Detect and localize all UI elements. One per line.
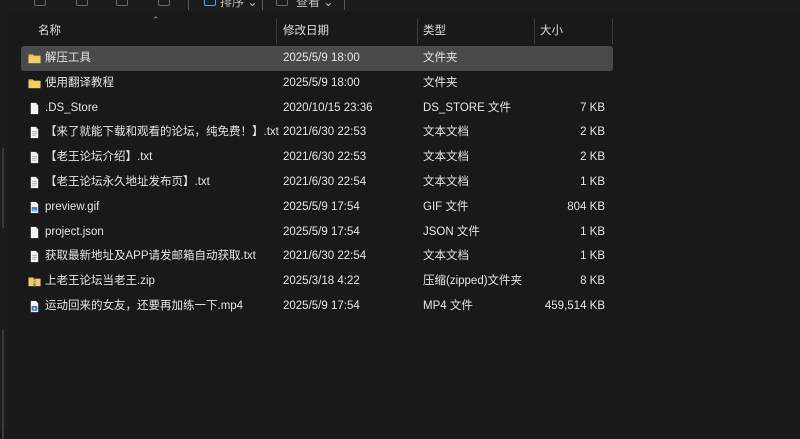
file-modified-date: 2025/5/9 17:54 <box>283 225 360 238</box>
folder-icon <box>28 77 41 90</box>
file-size: 7 KB <box>580 101 605 114</box>
file-modified-date: 2025/5/9 18:00 <box>283 52 360 64</box>
file-list: 解压工具 2025/5/9 18:00 文件夹 使用翻译教程 2025/5/9 18:0… <box>21 46 613 319</box>
file-row[interactable]: 获取最新地址及APP请发邮箱自动获取.txt 2021/6/30 22:54 文本文… <box>21 244 613 269</box>
share-icon[interactable] <box>116 0 128 6</box>
file-modified-date: 2021/6/30 22:54 <box>283 250 367 263</box>
column-date[interactable]: 修改日期 <box>283 19 329 44</box>
file-icon <box>28 102 41 115</box>
column-divider[interactable] <box>276 19 277 44</box>
file-icon <box>28 226 41 239</box>
file-row[interactable]: 上老王论坛当老王.zip 2025/3/18 4:22 压缩(zipped)文件夹 8… <box>21 269 613 294</box>
file-type: 文本文档 <box>423 126 469 139</box>
file-name: 【老王论坛永久地址发布页】.txt <box>45 175 210 188</box>
column-type[interactable]: 类型 <box>423 19 446 44</box>
toolbar-divider <box>262 0 263 10</box>
file-row[interactable]: .DS_Store 2020/10/15 23:36 DS_STORE 文件 7 KB <box>21 96 613 121</box>
file-modified-date: 2021/6/30 22:53 <box>283 126 367 139</box>
file-name: 【来了就能下载和观看的论坛，纯免费！】.txt <box>45 126 279 139</box>
toolbar: 排序 ⌄ 查看 ⌄ ··· <box>0 0 800 12</box>
video-file-icon <box>28 300 41 313</box>
view-button[interactable]: 查看 ⌄ <box>296 0 333 9</box>
sort-ascending-icon: ⌃ <box>152 15 160 25</box>
chevron-down-icon: ⌄ <box>247 0 258 9</box>
file-modified-date: 2025/5/9 17:54 <box>283 200 360 213</box>
sort-button[interactable]: 排序 ⌄ <box>220 0 257 9</box>
file-type: 文本文档 <box>423 151 469 164</box>
file-row[interactable]: project.json 2025/5/9 17:54 JSON 文件 1 KB <box>21 220 613 245</box>
file-modified-date: 2025/5/9 18:00 <box>283 76 360 89</box>
file-name: preview.gif <box>45 200 100 213</box>
file-modified-date: 2025/3/18 4:22 <box>283 275 360 288</box>
text-file-icon <box>28 126 41 139</box>
toolbar-divider <box>188 0 189 10</box>
view-icon <box>276 0 288 6</box>
sort-icon <box>204 0 216 6</box>
file-row[interactable]: 解压工具 2025/5/9 18:00 文件夹 <box>21 46 613 71</box>
zip-folder-icon <box>28 275 41 288</box>
file-row[interactable]: 运动回来的女友，还要再加练一下.mp4 2025/5/9 17:54 MP4 文件 4… <box>21 294 613 319</box>
file-size: 2 KB <box>580 151 605 164</box>
chevron-down-icon: ⌄ <box>323 0 334 9</box>
file-name: 解压工具 <box>45 52 91 64</box>
file-type: 文本文档 <box>423 175 469 188</box>
cut-icon[interactable] <box>34 0 46 6</box>
file-name: 运动回来的女友，还要再加练一下.mp4 <box>45 299 244 312</box>
file-name: 【老王论坛介绍】.txt <box>45 151 153 164</box>
file-size: 8 KB <box>580 275 605 288</box>
delete-icon[interactable] <box>158 0 170 6</box>
file-name: 上老王论坛当老王.zip <box>45 275 155 288</box>
file-modified-date: 2020/10/15 23:36 <box>283 101 373 114</box>
file-type: 文件夹 <box>423 76 458 89</box>
column-size[interactable]: 大小 <box>540 19 563 44</box>
toolbar-divider <box>344 0 345 10</box>
copy-icon[interactable] <box>76 0 88 6</box>
column-header: ⌃ 名称 修改日期 类型 大小 <box>21 15 613 44</box>
column-divider[interactable] <box>612 19 613 44</box>
file-size: 1 KB <box>580 175 605 188</box>
file-row[interactable]: 【老王论坛介绍】.txt 2021/6/30 22:53 文本文档 2 KB <box>21 145 613 170</box>
file-size: 1 KB <box>580 225 605 238</box>
file-modified-date: 2021/6/30 22:53 <box>283 151 367 164</box>
image-file-icon <box>28 201 41 214</box>
text-file-icon <box>28 250 41 263</box>
file-type: 文件夹 <box>423 52 458 64</box>
text-file-icon <box>28 151 41 164</box>
file-name: .DS_Store <box>45 101 99 114</box>
scroll-indicator <box>2 148 4 228</box>
file-row[interactable]: 【老王论坛永久地址发布页】.txt 2021/6/30 22:54 文本文档 1 KB <box>21 170 613 195</box>
file-type: GIF 文件 <box>423 200 469 213</box>
file-type: DS_STORE 文件 <box>423 101 511 114</box>
file-size: 804 KB <box>567 200 605 213</box>
view-label: 查看 <box>296 0 321 9</box>
file-type: 压缩(zipped)文件夹 <box>423 275 523 288</box>
more-options-button[interactable]: ··· <box>358 0 377 9</box>
column-divider[interactable] <box>534 19 535 44</box>
column-divider[interactable] <box>417 19 418 44</box>
column-name[interactable]: 名称 <box>38 19 61 44</box>
file-row[interactable]: 使用翻译教程 2025/5/9 18:00 文件夹 <box>21 71 613 96</box>
file-name: 使用翻译教程 <box>45 76 114 89</box>
file-size: 2 KB <box>580 126 605 139</box>
file-row[interactable]: preview.gif 2025/5/9 17:54 GIF 文件 804 KB <box>21 195 613 220</box>
sort-label: 排序 <box>220 0 245 9</box>
file-type: 文本文档 <box>423 250 469 263</box>
folder-icon <box>28 52 41 65</box>
file-size: 1 KB <box>580 250 605 263</box>
file-type: JSON 文件 <box>423 225 480 238</box>
scroll-indicator <box>2 330 4 439</box>
file-size: 459,514 KB <box>544 299 605 312</box>
file-type: MP4 文件 <box>423 299 473 312</box>
file-row[interactable]: 【来了就能下载和观看的论坛，纯免费！】.txt 2021/6/30 22:53 文本… <box>21 120 613 145</box>
file-modified-date: 2025/5/9 17:54 <box>283 299 360 312</box>
navigation-pane-edge <box>0 12 8 439</box>
text-file-icon <box>28 176 41 189</box>
file-name: 获取最新地址及APP请发邮箱自动获取.txt <box>45 250 256 263</box>
file-name: project.json <box>45 225 104 238</box>
file-modified-date: 2021/6/30 22:54 <box>283 175 367 188</box>
